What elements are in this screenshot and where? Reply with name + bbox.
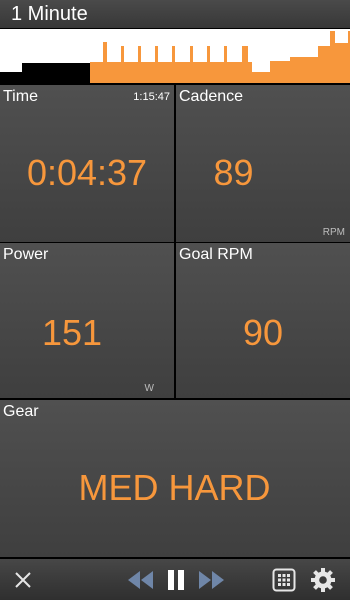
cadence-label: Cadence [179, 88, 244, 105]
goal-rpm-label: Goal RPM [179, 246, 253, 263]
grid-button[interactable] [268, 559, 300, 600]
rewind-button[interactable] [124, 559, 156, 600]
power-tile[interactable]: Power 151 W [0, 243, 174, 398]
profile-upcoming-segment [90, 31, 350, 83]
fast-forward-button[interactable] [196, 559, 228, 600]
pause-icon [168, 569, 184, 590]
power-value: 151 [41, 312, 103, 353]
workout-title: 1 Minute [11, 3, 88, 25]
power-label: Power [3, 246, 49, 263]
bottom-toolbar [0, 559, 350, 600]
gear-value: MED HARD [78, 467, 271, 508]
fast-forward-icon [199, 570, 224, 589]
cadence-unit: RPM [322, 227, 345, 238]
interval-profile-chart[interactable] [0, 28, 350, 84]
gear-icon [311, 567, 335, 592]
profile-completed-segment [0, 63, 90, 83]
gear-label: Gear [3, 403, 39, 420]
goal-rpm-value: 90 [242, 312, 284, 353]
pause-button[interactable] [162, 559, 190, 600]
cadence-value: 89 [213, 152, 254, 193]
rewind-icon [128, 570, 153, 589]
cadence-tile[interactable]: Cadence 89 RPM [176, 85, 350, 242]
interval-profile-graphic [0, 31, 350, 83]
settings-button[interactable] [306, 559, 340, 600]
time-label: Time [3, 88, 38, 105]
header-bar: 1 Minute [0, 0, 350, 28]
goal-rpm-tile[interactable]: Goal RPM 90 [176, 243, 350, 398]
close-button[interactable] [6, 559, 40, 600]
close-icon [15, 571, 31, 588]
grid-icon [272, 568, 296, 591]
gear-tile[interactable]: Gear MED HARD [0, 400, 350, 557]
power-unit: W [144, 383, 154, 394]
clock-time: 1:15:47 [133, 91, 170, 103]
